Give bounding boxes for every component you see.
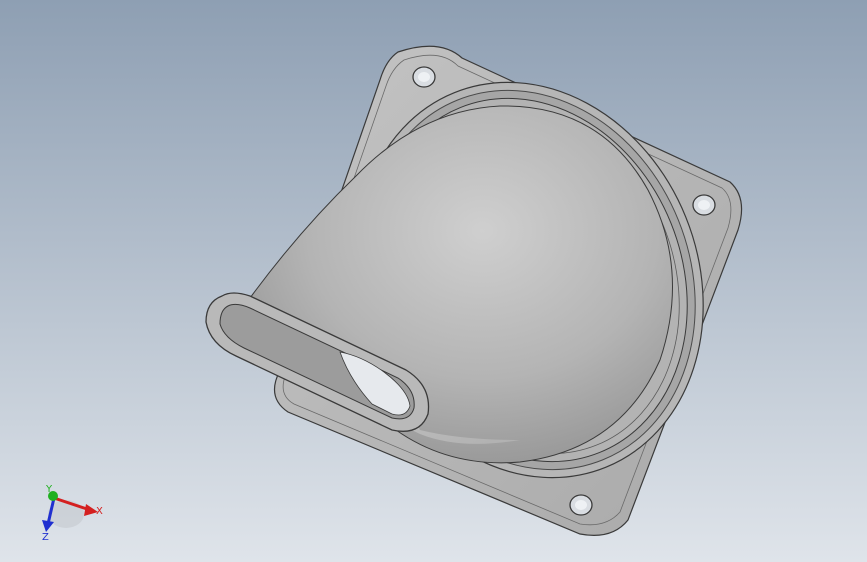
z-axis-label: Z — [42, 532, 49, 543]
graphics-viewport[interactable]: X Y Z — [0, 0, 867, 562]
bolt-hole-top-inner — [418, 72, 430, 82]
x-axis-label: X — [96, 506, 103, 517]
bolt-hole-right-inner — [698, 200, 710, 210]
y-axis-label: Y — [45, 484, 53, 495]
model-scene[interactable]: X Y Z — [0, 0, 867, 562]
bolt-hole-bottom-inner — [575, 500, 587, 510]
